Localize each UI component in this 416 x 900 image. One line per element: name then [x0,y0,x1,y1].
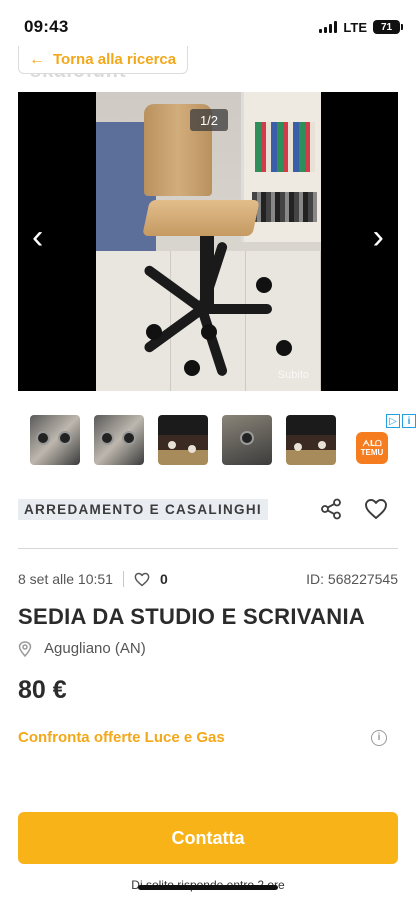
compare-offers-link[interactable]: Confronta offerte Luce e Gas [18,729,225,746]
listing-actions [320,498,398,520]
meta-separator [122,571,124,587]
listing-date: 8 set alle 10:51 [18,571,113,587]
location-row: Agugliano (AN) [18,640,146,657]
chevron-left-icon[interactable]: ‹ [32,220,43,254]
status-indicators: LTE 71 [319,19,403,35]
photo-gallery[interactable]: Subito 1/2 ‹ › [18,92,398,391]
favorites-count: 0 [134,571,168,587]
ad-banner[interactable] [18,412,398,468]
status-time: 09:43 [24,17,69,36]
category-chip[interactable]: ARREDAMENTO E CASALINGHI [18,498,268,520]
back-arrow-icon: ← [29,50,45,68]
listing-photo: Subito [96,92,321,391]
chevron-right-icon[interactable]: › [373,220,384,254]
share-icon[interactable] [320,498,342,520]
location-pin-icon [18,640,32,657]
photo-counter: 1/2 [190,109,228,131]
listing-meta: 8 set alle 10:51 0 ID: 568227545 [18,568,398,590]
heart-icon [134,572,150,586]
battery-icon: 71 [373,20,403,34]
photo-watermark: Subito [277,369,309,381]
adchoices-icon[interactable]: ▷ i [386,414,416,428]
back-label: Torna alla ricerca [53,51,177,68]
back-to-search-button[interactable]: ← Torna alla ricerca [18,46,188,74]
ad-thumbnail[interactable] [158,415,208,465]
network-type: LTE [343,19,367,35]
ad-thumbnail[interactable] [222,415,272,465]
listing-id: ID: 568227545 [306,571,398,587]
divider [18,548,398,549]
heart-icon[interactable] [364,498,388,520]
contact-button[interactable]: Contatta [18,812,398,864]
home-indicator [138,885,278,890]
signal-icon [319,21,338,33]
ad-thumbnail[interactable] [94,415,144,465]
category-row: ARREDAMENTO E CASALINGHI [18,494,398,524]
ad-thumbnail[interactable] [286,415,336,465]
temu-logo[interactable]: ᗅᒪᗝ TEMU [356,432,388,464]
temu-logo-text: TEMU [360,448,384,457]
ad-thumbnail[interactable] [30,415,80,465]
favorites-value: 0 [159,571,168,587]
listing-price: 80 € [18,676,67,704]
listing-title: SEDIA DA STUDIO E SCRIVANIA [18,604,366,629]
offer-row: Confronta offerte Luce e Gas i [18,729,398,746]
info-icon[interactable]: i [371,729,387,746]
listing-location: Agugliano (AN) [44,640,146,657]
temu-logo-sub: ᗅᒪᗝ [362,439,382,448]
